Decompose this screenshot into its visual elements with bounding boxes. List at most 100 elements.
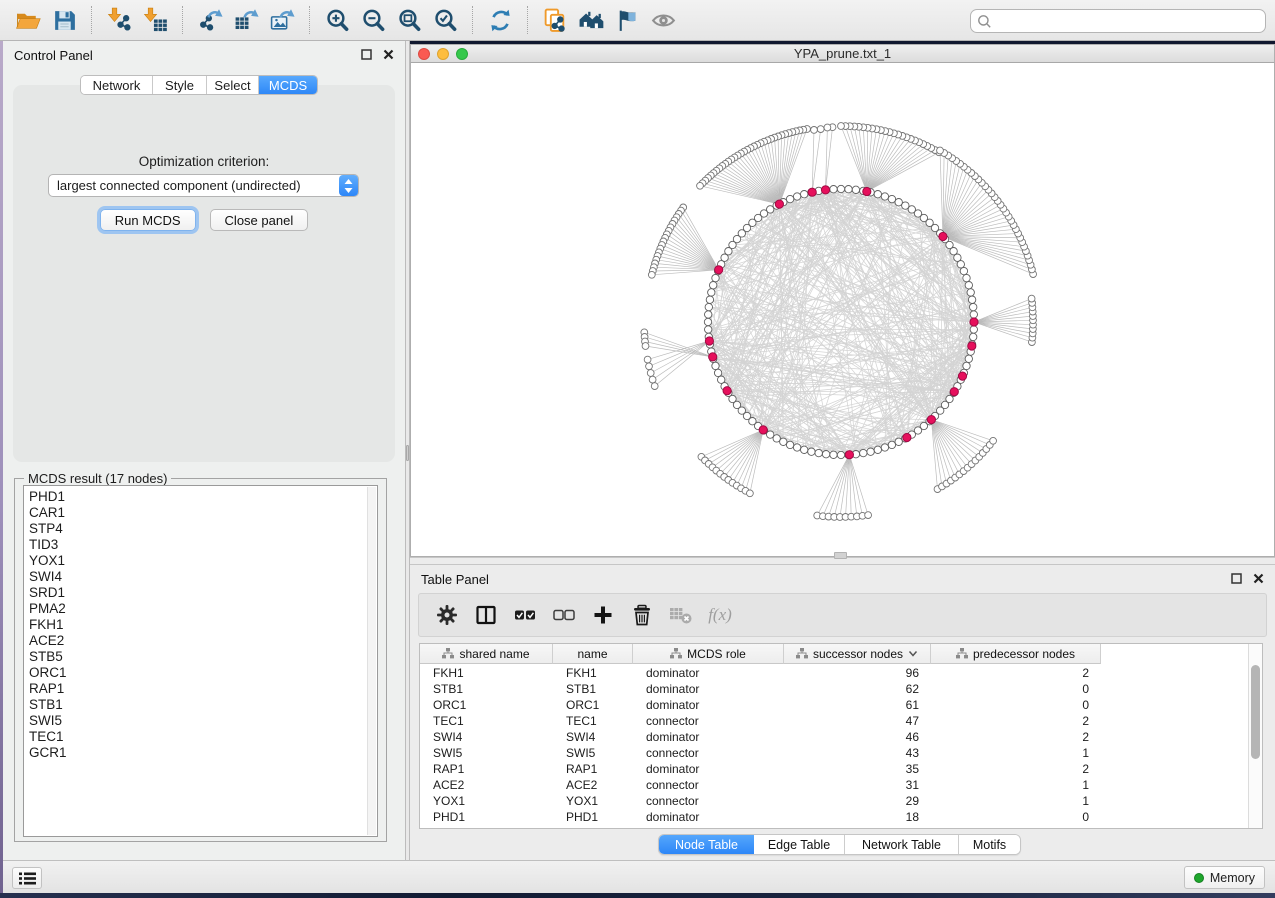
hide-graphics-details-icon[interactable] [609,4,645,36]
mcds-result-node[interactable]: CAR1 [24,505,377,521]
tab-edge-table[interactable]: Edge Table [754,835,845,854]
delete-table-icon [665,599,697,631]
mcds-result-node[interactable]: TID3 [24,537,377,553]
table-cell: 2 [931,762,1101,776]
table-row[interactable]: FKH1FKH1dominator962 [420,665,1248,681]
table-row[interactable]: ORC1ORC1dominator610 [420,697,1248,713]
mcds-result-node[interactable]: ACE2 [24,633,377,649]
column-header-MCDS-role[interactable]: MCDS role [633,644,784,664]
deselect-all-icon[interactable] [548,599,580,631]
mcds-result-node[interactable]: ORC1 [24,665,377,681]
table-cell: dominator [633,666,784,680]
open-file-icon[interactable] [10,4,46,36]
table-cell: 62 [784,682,931,696]
task-history-button[interactable] [12,867,42,889]
tree-icon [956,648,968,659]
column-header-shared-name[interactable]: shared name [420,644,553,664]
table-row[interactable]: PHD1PHD1dominator180 [420,809,1248,825]
select-all-icon[interactable] [509,599,541,631]
show-graphics-details-icon[interactable] [645,4,681,36]
table-cell: 0 [931,698,1101,712]
mcds-result-node[interactable]: SWI5 [24,713,377,729]
table-cell: 2 [931,666,1101,680]
table-row[interactable]: STB1STB1dominator620 [420,681,1248,697]
tab-style[interactable]: Style [153,76,207,94]
network-graph[interactable] [411,63,1274,555]
mcds-result-node[interactable]: SRD1 [24,585,377,601]
network-overview-icon[interactable] [573,4,609,36]
horizontal-splitter[interactable] [410,557,1275,565]
table-cell: ORC1 [553,698,633,712]
close-table-panel-icon[interactable] [1252,572,1265,585]
toolbar-separator [309,6,310,34]
mcds-result-node[interactable]: YOX1 [24,553,377,569]
mcds-result-node[interactable]: SWI4 [24,569,377,585]
close-panel-icon[interactable] [382,48,395,61]
refresh-layout-icon[interactable] [482,4,518,36]
float-panel-icon[interactable] [360,48,373,61]
table-row[interactable]: RAP1RAP1dominator352 [420,761,1248,777]
table-row[interactable]: ACE2ACE2connector311 [420,777,1248,793]
table-cell: SWI4 [420,730,553,744]
tab-select[interactable]: Select [207,76,259,94]
delete-column-icon[interactable] [626,599,658,631]
horizontal-splitter-handle[interactable] [834,552,847,559]
new-network-from-selection-icon[interactable] [537,4,573,36]
mcds-result-node[interactable]: STP4 [24,521,377,537]
column-header-predecessor-nodes[interactable]: predecessor nodes [931,644,1101,664]
tab-network-table[interactable]: Network Table [845,835,959,854]
export-network-icon[interactable] [192,4,228,36]
mcds-result-node[interactable]: GCR1 [24,745,377,761]
mcds-list-scrollbar[interactable] [367,487,376,835]
mcds-result-node[interactable]: RAP1 [24,681,377,697]
close-panel-button[interactable]: Close panel [210,209,309,231]
tab-network[interactable]: Network [81,76,153,94]
table-row[interactable]: SWI4SWI4dominator462 [420,729,1248,745]
table-scrollbar-thumb[interactable] [1251,665,1260,759]
zoom-selected-icon[interactable] [427,4,463,36]
save-session-icon[interactable] [46,4,82,36]
search-box[interactable] [970,9,1266,33]
table-row[interactable]: SWI5SWI5connector431 [420,745,1248,761]
optimization-criterion-dropdown[interactable]: largest connected component (undirected) [48,174,359,197]
memory-button[interactable]: Memory [1184,866,1265,889]
mcds-result-node[interactable]: PHD1 [24,489,377,505]
tab-mcds[interactable]: MCDS [259,76,317,94]
split-columns-icon[interactable] [470,599,502,631]
import-table-icon[interactable] [137,4,173,36]
table-row[interactable]: YOX1YOX1connector291 [420,793,1248,809]
table-cell: 96 [784,666,931,680]
mcds-result-node[interactable]: STB5 [24,649,377,665]
export-table-icon[interactable] [228,4,264,36]
export-image-icon[interactable] [264,4,300,36]
table-row[interactable]: TEC1TEC1connector472 [420,713,1248,729]
network-titlebar[interactable]: YPA_prune.txt_1 [410,44,1275,63]
mcds-result-node[interactable]: PMA2 [24,601,377,617]
network-canvas[interactable] [410,63,1275,557]
mcds-result-node[interactable]: STB1 [24,697,377,713]
table-cell: YOX1 [420,794,553,808]
search-input[interactable] [992,14,1259,29]
network-view-window: YPA_prune.txt_1 [410,41,1275,557]
table-cell: ACE2 [420,778,553,792]
gear-icon[interactable] [431,599,463,631]
float-table-panel-icon[interactable] [1230,572,1243,585]
mcds-result-node[interactable]: TEC1 [24,729,377,745]
tab-motifs[interactable]: Motifs [959,835,1020,854]
add-column-icon[interactable] [587,599,619,631]
tree-icon [670,648,682,659]
zoom-out-icon[interactable] [355,4,391,36]
vertical-splitter-handle[interactable] [406,445,409,461]
import-network-icon[interactable] [101,4,137,36]
run-mcds-button[interactable]: Run MCDS [100,209,196,231]
tab-node-table[interactable]: Node Table [659,835,754,854]
column-header-successor-nodes[interactable]: successor nodes [784,644,931,664]
column-header-name[interactable]: name [553,644,633,664]
dropdown-stepper-icon [339,175,358,196]
zoom-fit-icon[interactable] [391,4,427,36]
mcds-result-list[interactable]: PHD1CAR1STP4TID3YOX1SWI4SRD1PMA2FKH1ACE2… [23,485,378,837]
table-scrollbar[interactable] [1248,644,1262,828]
table-cell: 46 [784,730,931,744]
zoom-in-icon[interactable] [319,4,355,36]
mcds-result-node[interactable]: FKH1 [24,617,377,633]
